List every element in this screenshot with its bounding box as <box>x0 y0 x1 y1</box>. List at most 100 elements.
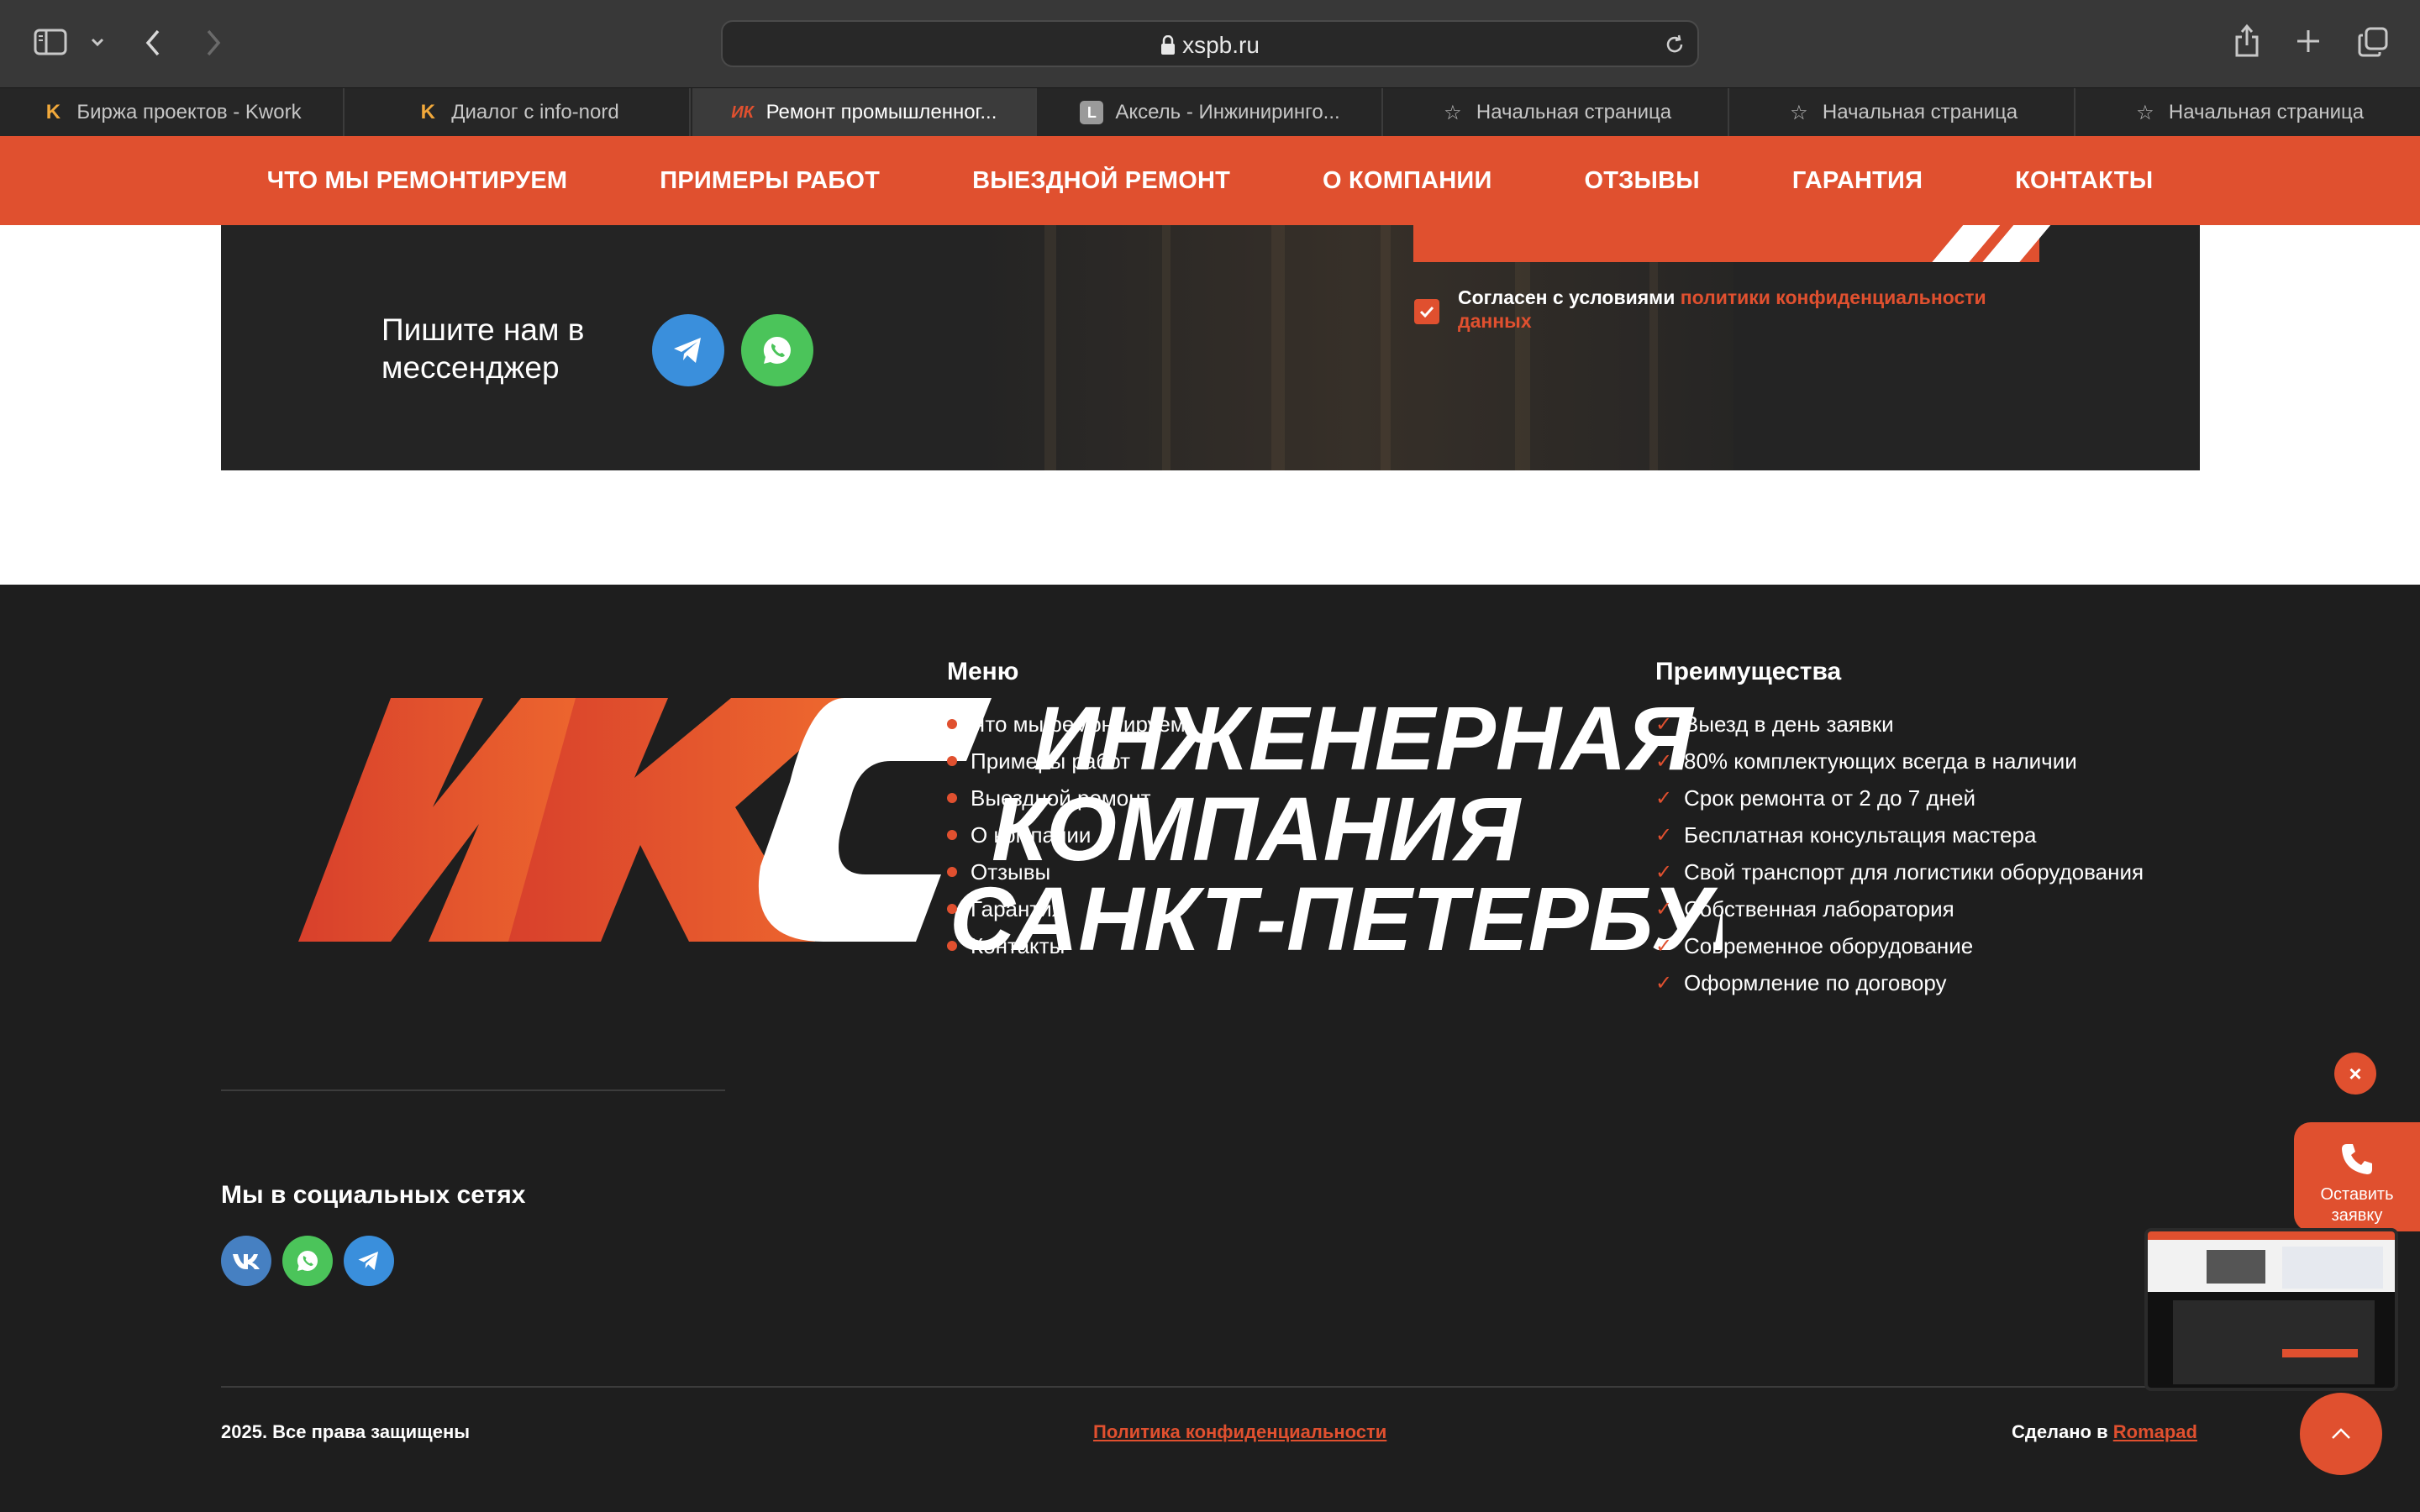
whatsapp-icon <box>297 1250 318 1272</box>
tab-overview-icon[interactable] <box>2358 27 2388 61</box>
back-arrow-icon[interactable] <box>143 29 163 61</box>
advantages-list: ✓ Выезд в день заявки ✓ 80% комплектующих … <box>1655 706 2144 1001</box>
advantage-item: ✓ Оформление по договору <box>1655 969 1947 995</box>
nav-contacts[interactable]: КОНТАКТЫ <box>2015 167 2153 195</box>
banner-photo-beam <box>1044 225 1056 470</box>
telegram-icon <box>358 1251 379 1271</box>
telegram-button[interactable] <box>344 1236 394 1286</box>
vk-button[interactable] <box>221 1236 271 1286</box>
nav-work-examples[interactable]: ПРИМЕРЫ РАБОТ <box>660 167 880 195</box>
menu-title: Меню <box>947 658 1019 685</box>
copyright-text: 2025. Все права защищены <box>221 1421 471 1442</box>
bullet-icon <box>947 830 957 840</box>
nav-warranty[interactable]: ГАРАНТИЯ <box>1792 167 1923 195</box>
checkmark-icon <box>1419 306 1434 318</box>
checkmark-icon: ✓ <box>1655 712 1673 736</box>
vk-icon <box>233 1254 260 1269</box>
whatsapp-button[interactable] <box>282 1236 333 1286</box>
footer-menu-item[interactable]: Примеры работ <box>947 743 1186 780</box>
tab-start-2[interactable]: ☆ Начальная страница <box>1731 88 2075 137</box>
bullet-icon <box>947 941 957 951</box>
close-widget-button[interactable]: × <box>2334 1053 2376 1095</box>
l-letter-icon: L <box>1080 101 1104 124</box>
new-tab-icon[interactable] <box>2296 29 2321 58</box>
footer-menu-item[interactable]: О компании <box>947 816 1186 853</box>
checkmark-icon: ✓ <box>1655 971 1673 995</box>
divider <box>221 1089 725 1091</box>
page-preview-thumbnail[interactable] <box>2144 1228 2398 1391</box>
bullet-icon <box>947 793 957 803</box>
url-text: xspb.ru <box>1182 32 1260 58</box>
checkmark-icon: ✓ <box>1655 897 1673 921</box>
iks-icon: ИК <box>731 102 754 122</box>
advantage-item: ✓ Срок ремонта от 2 до 7 дней <box>1655 785 1975 811</box>
star-icon: ☆ <box>1790 101 1808 124</box>
nav-reviews[interactable]: ОТЗЫВЫ <box>1585 167 1700 195</box>
bullet-icon <box>947 904 957 914</box>
kwork-icon: K <box>420 101 435 123</box>
checkmark-icon: ✓ <box>1655 860 1673 884</box>
romapad-link[interactable]: Romapad <box>2113 1421 2197 1442</box>
nav-onsite-repair[interactable]: ВЫЕЗДНОЙ РЕМОНТ <box>972 167 1230 195</box>
bullet-icon <box>947 719 957 729</box>
footer-menu-item[interactable]: Выездной ремонт <box>947 780 1186 816</box>
tab-start-1[interactable]: ☆ Начальная страница <box>1385 88 1729 137</box>
chevron-up-icon <box>2332 1428 2350 1439</box>
tab-dialog[interactable]: K Диалог с info-nord <box>346 88 691 137</box>
whatsapp-button[interactable] <box>741 314 813 386</box>
nav-about[interactable]: О КОМПАНИИ <box>1323 167 1491 195</box>
checkmark-icon: ✓ <box>1655 823 1673 847</box>
tab-kwork[interactable]: K Биржа проектов - Kwork <box>0 88 345 137</box>
request-call-button[interactable]: Оставить заявку <box>2294 1122 2420 1231</box>
tab-xspb[interactable]: ИК Ремонт промышленног... <box>692 88 1037 137</box>
telegram-icon <box>674 338 701 363</box>
footer-menu-item[interactable]: Гарантия <box>947 890 1186 927</box>
forward-arrow-icon[interactable] <box>203 29 224 61</box>
browser-toolbar: xspb.ru <box>0 0 2420 87</box>
preview-photo <box>2207 1250 2265 1284</box>
advantage-item: ✓ Бесплатная консультация мастера <box>1655 822 2037 848</box>
share-icon[interactable] <box>2233 24 2260 63</box>
advantage-item: ✓ 80% комплектующих всегда в наличии <box>1655 748 2077 774</box>
consent-text: Согласен с условиями политики конфиденци… <box>1458 286 1986 332</box>
footer-menu: Что мы ремонтируем Примеры работ Выездно… <box>947 706 1186 964</box>
tab-aksel[interactable]: L Аксель - Инжиниринго... <box>1039 88 1383 137</box>
star-icon: ☆ <box>1444 101 1462 124</box>
chevron-down-icon[interactable] <box>89 34 106 55</box>
consultation-banner: Пишите нам в мессенджер Согласен с услов… <box>221 225 2200 470</box>
checkmark-icon: ✓ <box>1655 749 1673 773</box>
preview-banner <box>2173 1300 2375 1384</box>
bullet-icon <box>947 756 957 766</box>
checkmark-icon: ✓ <box>1655 786 1673 810</box>
address-bar[interactable]: xspb.ru <box>721 20 1699 67</box>
banner-photo-beam <box>1271 225 1285 470</box>
preview-header <box>2148 1231 2395 1240</box>
sidebar-toggle-icon[interactable] <box>34 29 67 60</box>
advantage-item: ✓ Собственная лаборатория <box>1655 895 1954 921</box>
site-footer: ИНЖЕНЕРНАЯ КОМПАНИЯ САНКТ-ПЕТЕРБУРГА Мен… <box>0 585 2420 1512</box>
consent-checkbox[interactable] <box>1414 299 1439 324</box>
privacy-policy-link[interactable]: Политика конфиденциальности <box>1093 1421 1386 1443</box>
bullet-icon <box>947 867 957 877</box>
footer-menu-item[interactable]: Отзывы <box>947 853 1186 890</box>
preview-button <box>2282 1349 2358 1357</box>
kwork-icon: K <box>45 101 61 123</box>
scroll-to-top-button[interactable] <box>2300 1393 2382 1475</box>
messenger-label: Пишите нам в мессенджер <box>381 312 585 385</box>
telegram-button[interactable] <box>652 314 724 386</box>
tab-start-3[interactable]: ☆ Начальная страница <box>2077 88 2420 137</box>
phone-icon <box>2342 1144 2372 1174</box>
main-navigation: ЧТО МЫ РЕМОНТИРУЕМ ПРИМЕРЫ РАБОТ ВЫЕЗДНО… <box>0 136 2420 225</box>
preview-map <box>2282 1247 2383 1289</box>
footer-menu-item[interactable]: Что мы ремонтируем <box>947 706 1186 743</box>
footer-menu-item[interactable]: Контакты <box>947 927 1186 964</box>
submit-button[interactable] <box>1413 225 2058 262</box>
star-icon: ☆ <box>2136 101 2154 124</box>
social-title: Мы в социальных сетях <box>221 1181 526 1209</box>
advantage-item: ✓ Современное оборудование <box>1655 932 1974 958</box>
reload-icon[interactable] <box>1664 34 1686 60</box>
nav-what-we-repair[interactable]: ЧТО МЫ РЕМОНТИРУЕМ <box>267 167 568 195</box>
tab-bar: K Биржа проектов - Kwork K Диалог с info… <box>0 87 2420 137</box>
banner-photo-beam <box>1381 225 1391 470</box>
checkmark-icon: ✓ <box>1655 934 1673 958</box>
